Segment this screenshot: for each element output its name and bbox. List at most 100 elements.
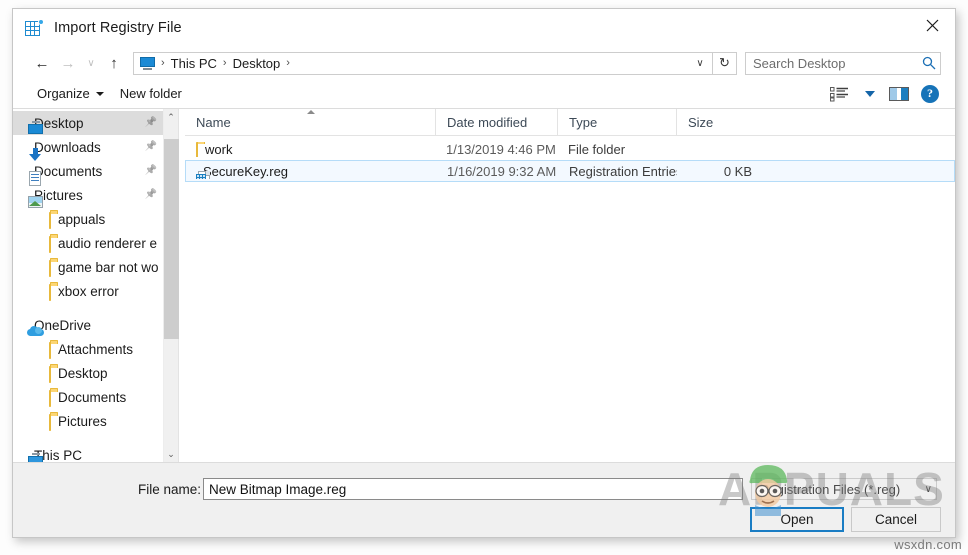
registry-file-icon [25,19,44,37]
breadcrumb[interactable]: › This PC › Desktop › ∨ [133,51,713,75]
scroll-up-button[interactable]: ⌃ [164,109,179,125]
screen: Import Registry File ← → ∨ ↑ › This PC › [0,0,968,555]
sidebar-item-audio-renderer-e[interactable]: audio renderer e [13,231,163,255]
this-pc-icon [139,56,156,70]
column-header-name-label: Name [196,114,231,130]
type-cell: File folder [568,142,626,157]
pin-icon[interactable]: 📌 [145,189,157,200]
scrollbar-thumb[interactable] [163,139,179,339]
close-icon [926,19,938,31]
folder-icon [49,283,51,301]
site-watermark: wsxdn.com [894,537,962,552]
sidebar-item-attachments[interactable]: Attachments [13,337,163,361]
sidebar-item-documents[interactable]: Documents 📌 [13,159,163,186]
organize-button[interactable]: Organize [29,83,112,104]
file-name-value: New Bitmap Image.reg [209,481,347,497]
column-header-type-label: Type [569,114,598,130]
back-button[interactable]: ← [29,51,55,75]
file-name-cell: SecureKey.reg [186,164,436,179]
cancel-button[interactable]: Cancel [851,507,941,532]
import-registry-file-dialog: Import Registry File ← → ∨ ↑ › This PC › [12,8,956,538]
folder-icon [49,413,51,431]
sidebar-item-this-pc[interactable]: This PC [13,443,163,462]
sidebar-item-label: Documents [58,389,127,405]
recent-locations-button[interactable]: ∨ [81,51,101,75]
pin-icon[interactable]: 📌 [145,165,157,176]
pin-icon[interactable]: 📌 [145,141,157,152]
help-button[interactable]: ? [915,82,945,106]
breadcrumb-separator: › [161,57,165,69]
date-modified-cell: 1/13/2019 4:46 PM [446,142,556,157]
sidebar-item-label: xbox error [58,283,119,299]
breadcrumb-separator: › [286,57,290,69]
new-folder-label: New folder [119,86,182,101]
file-name-input[interactable]: New Bitmap Image.reg [203,478,743,500]
up-button[interactable]: ↑ [101,51,127,75]
pin-icon[interactable]: 📌 [145,117,157,128]
chevron-down-icon [865,90,875,97]
navigation-pane: Desktop 📌 Downloads 📌 Documents 📌 Pictures 📌 app… [13,109,163,462]
refresh-button[interactable]: ↻ [713,51,737,75]
sidebar-item-label: game bar not wo [58,259,159,275]
folder-icon [49,259,51,277]
address-bar-row: ← → ∨ ↑ › This PC › Desktop › ∨ ↻ Search… [13,47,955,79]
preview-pane-button[interactable] [885,82,915,106]
search-icon [922,56,936,70]
sidebar-item-downloads[interactable]: Downloads 📌 [13,135,163,161]
file-type-dropdown[interactable]: Registration Files (*.reg) ∨ [751,478,937,500]
sidebar-item-xbox-error[interactable]: xbox error [13,279,163,303]
file-rows: work 1/13/2019 4:46 PM File folder SecureKe… [185,136,955,462]
command-bar: Organize New folder ? [13,79,955,109]
view-options-button[interactable] [825,82,855,106]
new-folder-button[interactable]: New folder [112,83,190,104]
table-row[interactable]: work 1/13/2019 4:46 PM File folder [185,139,955,160]
sidebar-item-pictures[interactable]: Pictures [13,409,163,433]
forward-button[interactable]: → [55,51,81,75]
open-button[interactable]: Open [750,507,844,532]
sidebar-item-desktop[interactable]: Desktop 📌 [13,111,163,135]
folder-icon [49,389,51,407]
sidebar-item-pictures[interactable]: Pictures 📌 [13,183,163,208]
sidebar-item-label: Documents [34,163,103,179]
view-options-icon [830,86,848,101]
chevron-down-icon[interactable]: ∨ [690,53,710,74]
file-name-cell: work [185,142,435,157]
folder-icon [196,142,198,157]
column-header-type[interactable]: Type [557,108,676,136]
sidebar-item-desktop[interactable]: Desktop [13,361,163,385]
help-icon: ? [921,84,939,103]
sidebar-item-documents[interactable]: Documents [13,385,163,409]
sidebar-item-label: Desktop [58,365,108,381]
breadcrumb-item-this-pc[interactable]: This PC [168,56,220,71]
column-header-date-modified[interactable]: Date modified [435,108,557,136]
close-button[interactable] [909,9,955,41]
window-title: Import Registry File [54,20,182,36]
file-name-text: work [205,142,233,157]
breadcrumb-item-desktop[interactable]: Desktop [230,56,284,71]
preview-pane-icon [889,86,909,101]
search-placeholder: Search Desktop [753,55,846,71]
view-options-caret[interactable] [855,82,885,106]
column-header-date-label: Date modified [447,114,528,130]
breadcrumb-separator: › [222,57,227,69]
search-input[interactable]: Search Desktop [745,51,941,75]
size-cell: 0 KB [723,163,752,179]
chevron-down-icon [95,91,104,96]
column-header-name[interactable]: Name [185,109,435,136]
scroll-down-button[interactable]: ⌄ [164,446,179,462]
file-name-text: SecureKey.reg [203,163,289,179]
scrollbar-track[interactable] [163,125,179,446]
sidebar-item-label: appuals [58,211,106,227]
column-header-size[interactable]: Size [676,108,757,136]
folder-icon [49,365,51,383]
sidebar-item-label: Downloads [34,139,101,155]
table-row[interactable]: SecureKey.reg 1/16/2019 9:32 AM Registrati… [185,160,955,182]
sidebar-item-onedrive[interactable]: OneDrive [13,313,163,337]
title-bar: Import Registry File [13,9,955,47]
sidebar-item-appuals[interactable]: appuals [13,207,163,231]
navigation-scrollbar[interactable]: ⌃ ⌄ [163,109,179,462]
sidebar-item-game-bar-not-wo[interactable]: game bar not wo [13,255,163,279]
sidebar-item-label: audio renderer e [58,235,158,251]
